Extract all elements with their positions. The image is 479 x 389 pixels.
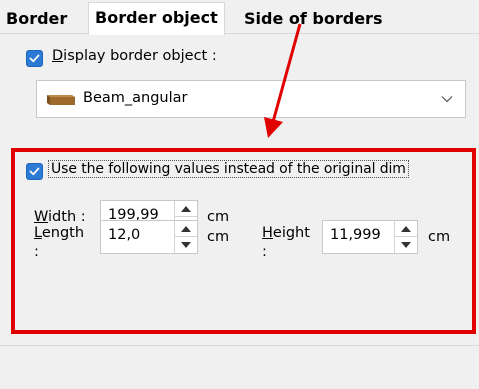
border-object-dropdown[interactable]: Beam_angular — [36, 80, 466, 118]
width-unit: cm — [207, 209, 230, 225]
down-arrow-icon — [181, 242, 191, 248]
length-stepper[interactable] — [174, 221, 197, 253]
height-spin-field[interactable]: 11,999 — [322, 220, 418, 254]
bottom-divider — [0, 345, 479, 346]
height-stepper[interactable] — [394, 221, 417, 253]
up-arrow-icon — [401, 226, 411, 232]
height-value[interactable]: 11,999 — [330, 227, 381, 243]
label-mnemonic: W — [34, 209, 49, 225]
beam-icon — [47, 95, 75, 105]
height-down-button[interactable] — [395, 237, 417, 253]
length-value[interactable]: 12,0 — [108, 227, 140, 243]
label-text: idth : — [48, 209, 86, 225]
checkmark-icon — [29, 54, 40, 63]
label-mnemonic: H — [262, 225, 273, 241]
length-label-colon: : — [34, 244, 39, 260]
checkmark-icon — [29, 167, 40, 176]
use-values-label: Use the following values instead of the … — [48, 160, 409, 178]
width-up-button[interactable] — [175, 201, 197, 217]
length-unit: cm — [207, 229, 230, 245]
down-arrow-icon — [401, 242, 411, 248]
tab-divider — [0, 33, 479, 34]
height-label: Height — [262, 225, 310, 241]
up-arrow-icon — [181, 206, 191, 212]
width-label: Width : — [34, 209, 86, 225]
length-label: Length — [34, 225, 84, 241]
height-label-colon: : — [262, 244, 267, 260]
label-mnemonic: L — [34, 225, 42, 241]
display-border-object-checkbox[interactable] — [26, 50, 43, 67]
label-text: ength — [41, 225, 85, 241]
height-up-button[interactable] — [395, 221, 417, 237]
label-text: isplay border object : — [63, 48, 217, 64]
label-text: eight — [272, 225, 310, 241]
length-spin-field[interactable]: 12,0 — [100, 220, 198, 254]
length-down-button[interactable] — [175, 237, 197, 253]
chevron-down-icon[interactable] — [441, 95, 453, 103]
height-unit: cm — [428, 229, 451, 245]
display-border-object-label: Display border object : — [52, 48, 217, 64]
tab-side-of-borders[interactable]: Side of borders — [244, 6, 382, 32]
up-arrow-icon — [181, 226, 191, 232]
tab-border-object[interactable]: Border object — [88, 2, 225, 35]
dropdown-value: Beam_angular — [83, 90, 188, 106]
tab-border[interactable]: Border — [6, 6, 67, 32]
length-up-button[interactable] — [175, 221, 197, 237]
use-values-checkbox[interactable] — [26, 163, 43, 180]
label-mnemonic: D — [52, 48, 64, 64]
